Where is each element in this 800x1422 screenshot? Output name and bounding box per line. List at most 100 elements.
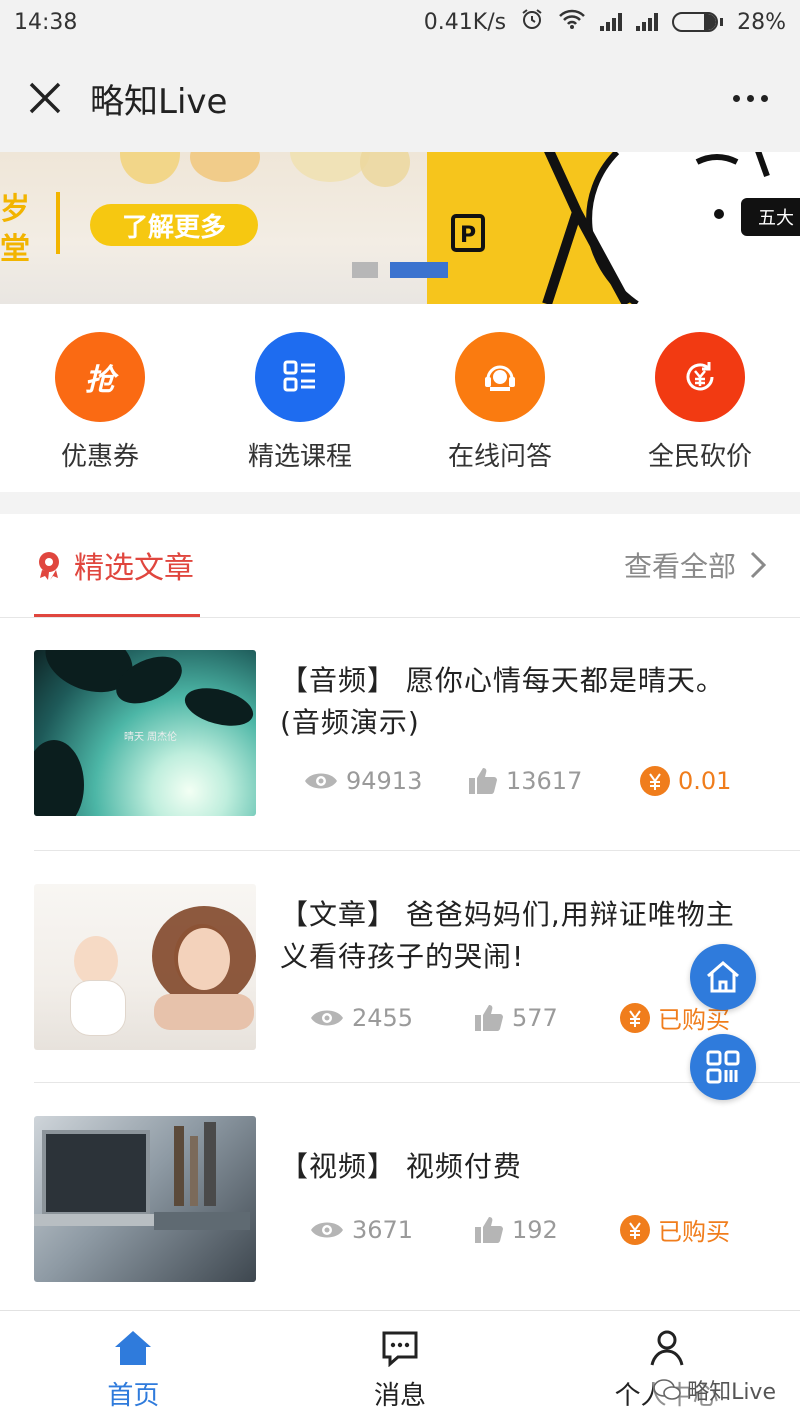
headset-icon [455, 332, 545, 422]
banner-side-text: 岁 堂 [0, 192, 30, 267]
views-value: 3671 [352, 1215, 414, 1244]
close-button[interactable] [0, 44, 90, 152]
status-indicators: 0.41K/s 28% [424, 7, 786, 37]
article-meta: 2455 577 已购买 [304, 1000, 730, 1035]
banner-tag: 五大 [741, 198, 800, 236]
views-count: 94913 [304, 767, 468, 795]
coupon-icon: 抢 [55, 332, 145, 422]
home-float-button[interactable] [690, 944, 756, 1010]
chevron-right-icon [750, 551, 766, 579]
likes-value: 13617 [506, 767, 583, 795]
quick-item-bargain[interactable]: 全民砍价 [600, 304, 800, 492]
tab-messages[interactable]: 消息 [267, 1311, 534, 1422]
featured-articles-header: 精选文章 查看全部 [0, 514, 800, 618]
article-title: 【视频】 视频付费 [280, 1150, 522, 1183]
section-tab-featured[interactable]: 精选文章 [34, 514, 194, 616]
thumbnail-caption: 晴天 周杰伦 [124, 732, 178, 743]
views-value: 94913 [346, 767, 423, 795]
yuan-icon [620, 1002, 650, 1033]
battery-icon [672, 12, 724, 32]
alarm-icon [520, 7, 544, 37]
user-icon [650, 1330, 684, 1366]
thumbs-up-icon [475, 1216, 503, 1243]
list-divider [34, 850, 800, 851]
section-tab-underline [34, 614, 200, 617]
signal-icon-2 [636, 13, 659, 31]
quick-menu: 抢 优惠券 精选课程 在线问答 全民砍价 [0, 304, 800, 492]
views-value: 2455 [352, 1003, 414, 1032]
quick-label: 全民砍价 [647, 442, 752, 472]
list-divider [34, 1082, 800, 1083]
carousel-dot[interactable] [352, 262, 378, 278]
more-menu-button[interactable] [700, 44, 800, 152]
message-icon [382, 1331, 418, 1367]
article-meta: 3671 192 已购买 [304, 1212, 730, 1247]
home-outline-icon [707, 961, 739, 993]
svg-text:P: P [460, 223, 476, 248]
view-all-label: 查看全部 [623, 550, 736, 583]
yuan-icon [640, 766, 670, 796]
price: 已购买 [620, 1212, 730, 1247]
close-icon [29, 82, 61, 114]
tab-label: 首页 [107, 1381, 160, 1411]
quick-item-coupon[interactable]: 抢 优惠券 [0, 304, 200, 492]
article-title: 【音频】 愿你心情每天都是晴天。(音频演示) [280, 664, 725, 739]
article-thumbnail [34, 884, 256, 1050]
tab-home[interactable]: 首页 [0, 1311, 267, 1422]
purchased-label: 已购买 [658, 1218, 730, 1246]
quick-item-courses[interactable]: 精选课程 [200, 304, 400, 492]
signal-icon-1 [600, 13, 623, 31]
section-gap [0, 492, 800, 514]
wechat-watermark: 略知Live [653, 1374, 776, 1406]
price: 0.01 [640, 766, 731, 796]
award-icon [39, 552, 59, 580]
tab-label: 消息 [374, 1381, 427, 1411]
eye-icon [305, 773, 337, 789]
banner-carousel[interactable]: 岁 堂 了解更多 P 五大 [0, 152, 800, 304]
article-item[interactable]: 【视频】 视频付费 3671 192 已购买 [34, 1116, 766, 1286]
likes-count: 13617 [468, 767, 640, 795]
article-meta: 94913 13617 0.01 [304, 766, 731, 796]
banner-slide-left: 岁 堂 了解更多 [0, 152, 427, 304]
article-title: 【文章】 爸爸妈妈们,用辩证唯物主义看待孩子的哭闹! [280, 898, 735, 973]
view-all-link[interactable]: 查看全部 [624, 514, 766, 616]
network-speed: 0.41K/s [423, 9, 507, 35]
list-icon [255, 332, 345, 422]
coupon-glyph: 抢 [85, 363, 115, 398]
likes-value: 577 [512, 1003, 558, 1032]
battery-percent: 28% [737, 9, 786, 35]
banner-slide-right: P 五大 [427, 152, 800, 304]
yuan-refresh-icon [655, 332, 745, 422]
thumbs-up-icon [469, 768, 497, 794]
article-thumbnail [34, 1116, 256, 1282]
qrcode-icon [706, 1050, 740, 1084]
likes-count: 192 [474, 1216, 620, 1244]
price-value: 0.01 [678, 767, 732, 795]
likes-value: 192 [512, 1215, 558, 1244]
yuan-icon [620, 1214, 650, 1245]
app-title: 略知Live [90, 81, 228, 122]
eye-icon [311, 1010, 343, 1025]
quick-label: 优惠券 [60, 442, 139, 472]
status-time: 14:38 [14, 9, 78, 35]
section-title: 精选文章 [74, 551, 194, 586]
article-thumbnail: 晴天 周杰伦 [34, 650, 256, 816]
thumbs-up-icon [475, 1004, 503, 1031]
quick-label: 在线问答 [447, 442, 552, 472]
likes-count: 577 [474, 1004, 620, 1032]
qrcode-float-button[interactable] [690, 1034, 756, 1100]
watermark-text: 略知Live [687, 1380, 776, 1405]
app-bar: 略知Live [0, 44, 800, 152]
home-icon [115, 1331, 152, 1365]
carousel-dot-active[interactable] [390, 262, 448, 278]
views-count: 3671 [304, 1216, 474, 1244]
views-count: 2455 [304, 1004, 474, 1032]
carousel-indicator [352, 262, 448, 278]
quick-item-qa[interactable]: 在线问答 [400, 304, 600, 492]
wifi-icon [558, 8, 586, 36]
quick-label: 精选课程 [247, 442, 352, 472]
article-item[interactable]: 晴天 周杰伦 【音频】 愿你心情每天都是晴天。(音频演示) 94913 1361… [34, 650, 766, 850]
eye-icon [311, 1222, 343, 1237]
article-item[interactable]: 【文章】 爸爸妈妈们,用辩证唯物主义看待孩子的哭闹! 2455 577 已购买 [34, 884, 766, 1084]
banner-learn-more-button[interactable]: 了解更多 [90, 204, 258, 246]
